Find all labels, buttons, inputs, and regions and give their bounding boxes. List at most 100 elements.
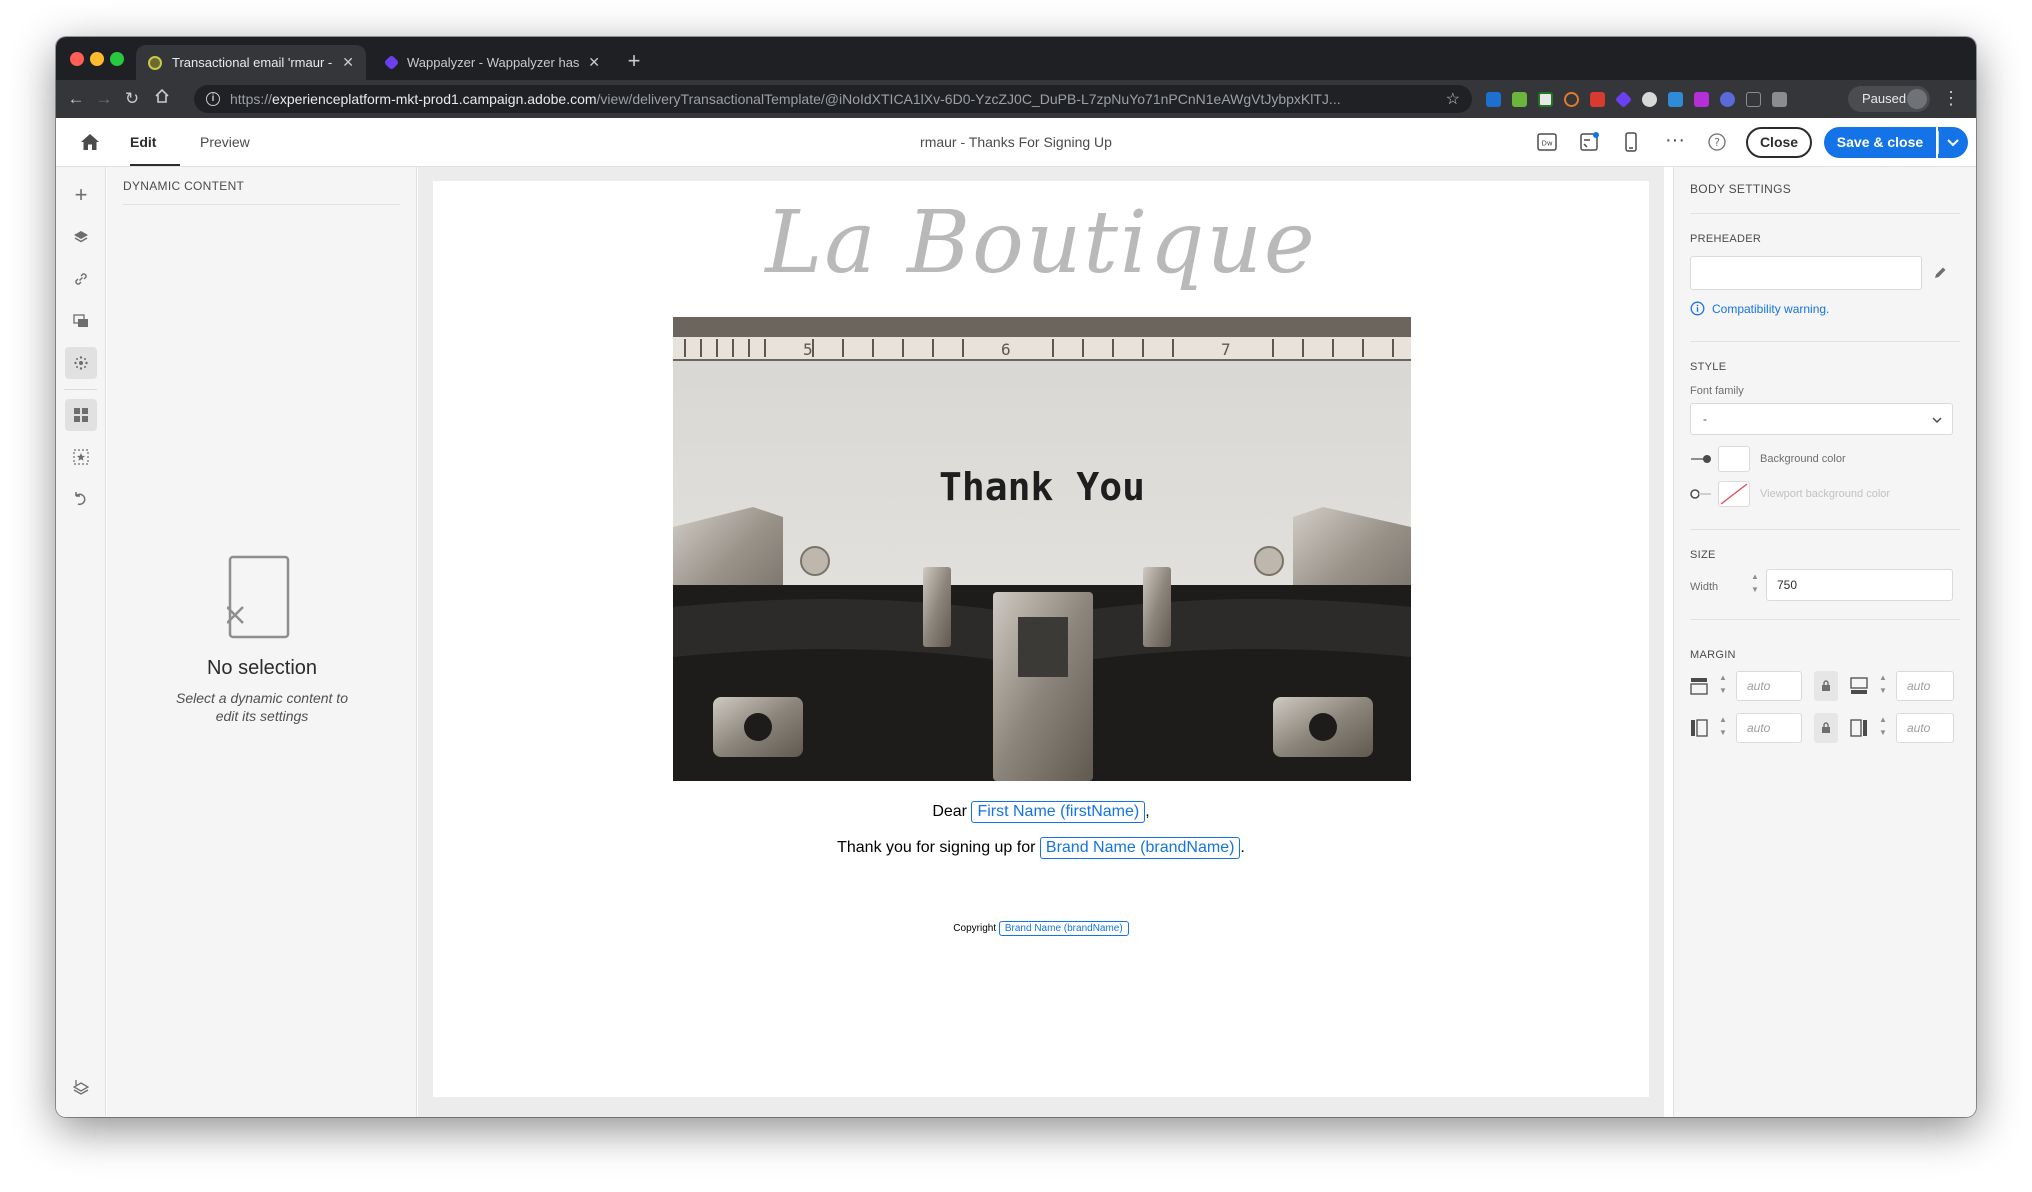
margin-bottom-input[interactable]: auto [1896, 671, 1954, 701]
margin-left-input[interactable]: auto [1736, 713, 1802, 743]
margin-left-icon [1691, 719, 1708, 737]
viewport-color-toggle-icon[interactable] [1690, 489, 1712, 499]
hero-image[interactable]: 567 Thank You [673, 317, 1411, 781]
footer-line[interactable]: Copyright Brand Name (brandName) [433, 921, 1649, 936]
preheader-input[interactable] [1690, 256, 1922, 290]
url-text: https://experienceplatform-mkt-prod1.cam… [230, 91, 1341, 107]
back-icon[interactable]: ← [64, 87, 88, 111]
globe-icon[interactable] [1642, 92, 1657, 107]
forward-icon[interactable]: → [92, 87, 116, 111]
validation-icon[interactable] [1578, 131, 1600, 153]
no-color-icon [1720, 483, 1748, 505]
margin-right-stepper[interactable]: ▲ ▼ [1874, 713, 1892, 743]
fragments-icon[interactable] [65, 305, 97, 337]
more-options-icon[interactable]: ··· [1664, 130, 1686, 153]
body-line[interactable]: Thank you for signing up for Brand Name … [433, 837, 1649, 859]
save-and-close-button[interactable]: Save & close [1824, 127, 1936, 158]
close-window-icon[interactable] [70, 52, 84, 66]
bookmark-star-icon[interactable]: ☆ [1446, 89, 1460, 109]
tab-edit-label: Edit [130, 134, 157, 150]
save-options-dropdown[interactable] [1938, 127, 1968, 158]
tab-preview[interactable]: Preview [200, 118, 250, 166]
svg-text:?: ? [1714, 136, 1720, 149]
empty-state-description: Select a dynamic content to edit its set… [176, 690, 348, 724]
close-tab-icon[interactable]: ✕ [342, 54, 354, 71]
tab-title: Wappalyzer - Wappalyzer has b [407, 55, 581, 70]
new-tab-icon[interactable]: + [620, 48, 648, 76]
background-color-swatch[interactable] [1718, 446, 1750, 472]
browser-menu-icon[interactable]: ⋮ [1942, 89, 1960, 107]
reload-icon[interactable]: ↻ [120, 87, 144, 111]
add-icon[interactable]: + [65, 179, 97, 211]
edit-pencil-icon[interactable] [1932, 265, 1948, 281]
greeting-line[interactable]: Dear First Name (firstName), [433, 801, 1649, 823]
svg-text:7: 7 [1221, 340, 1231, 359]
shield-icon[interactable] [1590, 92, 1605, 107]
width-label: Width [1690, 581, 1719, 593]
background-color-toggle-icon[interactable] [1690, 454, 1712, 464]
info-icon [1690, 301, 1705, 316]
first-name-field[interactable]: First Name (firstName) [971, 801, 1146, 823]
footer-brand-name-field[interactable]: Brand Name (brandName) [998, 921, 1129, 936]
bars-icon[interactable] [1720, 92, 1735, 107]
mobile-preview-icon[interactable] [1620, 131, 1642, 153]
greeting-prefix: Dear [932, 803, 972, 820]
width-stepper[interactable]: ▲ ▼ [1746, 570, 1764, 600]
home-page-icon[interactable] [150, 87, 174, 111]
divider [1690, 341, 1960, 342]
margin-right-input[interactable]: auto [1896, 713, 1954, 743]
viewport-bg-label: Viewport background color [1760, 488, 1891, 500]
close-button[interactable]: Close [1746, 127, 1812, 158]
brand-name-field[interactable]: Brand Name (brandName) [1039, 837, 1241, 859]
content-components-icon[interactable] [65, 441, 97, 473]
diamond-icon[interactable] [1615, 91, 1632, 108]
viewport-color-swatch[interactable] [1718, 481, 1750, 507]
tab-title: Transactional email 'rmaur - Th [172, 55, 335, 70]
svg-icon[interactable] [1486, 92, 1501, 107]
maximize-window-icon[interactable] [110, 52, 124, 66]
margin-top-stepper[interactable]: ▲ ▼ [1714, 671, 1732, 701]
margin-lock-icon[interactable] [1814, 713, 1838, 743]
width-input[interactable] [1766, 569, 1953, 601]
square-icon[interactable] [1746, 92, 1761, 107]
dreamweaver-icon[interactable]: Dw [1536, 131, 1558, 153]
font-family-label: Font family [1690, 385, 1744, 397]
address-bar[interactable]: i https://experienceplatform-mkt-prod1.c… [194, 85, 1472, 113]
email-body[interactable]: La Boutique 5 6 7 Thank You Dear First N… [433, 181, 1649, 1097]
margin-left-stepper[interactable]: ▲ ▼ [1714, 713, 1732, 743]
k-icon[interactable] [1538, 92, 1553, 107]
home-icon[interactable] [80, 133, 100, 151]
svg-text:6: 6 [1001, 340, 1011, 359]
dynamic-content-icon[interactable] [65, 347, 97, 379]
chart-icon[interactable] [1512, 92, 1527, 107]
browser-tab-wappalyzer[interactable]: Wappalyzer - Wappalyzer has b ✕ [374, 45, 612, 80]
divider [1938, 131, 1939, 154]
compatibility-warning-link[interactable]: Compatibility warning. [1712, 302, 1829, 316]
layers-settings-icon[interactable] [65, 1071, 97, 1103]
hash-icon[interactable] [1668, 92, 1683, 107]
purple-icon[interactable] [1694, 92, 1709, 107]
body-suffix: . [1240, 839, 1245, 856]
profile-paused-button[interactable]: Paused [1848, 86, 1930, 112]
brand-assets-icon[interactable] [65, 483, 97, 515]
tab-edit[interactable]: Edit ⌄ [130, 118, 180, 198]
help-icon[interactable]: ? [1706, 131, 1728, 153]
brand-logo[interactable]: La Boutique [433, 193, 1649, 293]
structure-components-icon[interactable] [65, 399, 97, 431]
close-tab-icon[interactable]: ✕ [588, 54, 600, 71]
circle-icon[interactable] [1564, 92, 1579, 107]
margin-bottom-stepper[interactable]: ▲ ▼ [1874, 671, 1892, 701]
margin-label: MARGIN [1690, 649, 1736, 661]
minimize-window-icon[interactable] [90, 52, 104, 66]
dynamic-content-panel: DYNAMIC CONTENT No selection Select a dy… [107, 167, 417, 1117]
camera-icon[interactable] [1772, 92, 1787, 107]
browser-tab-campaign[interactable]: Transactional email 'rmaur - Th ✕ [136, 45, 366, 80]
panel-heading: BODY SETTINGS [1690, 182, 1792, 196]
layers-icon[interactable] [65, 221, 97, 253]
site-info-icon[interactable]: i [206, 92, 220, 106]
divider [1690, 619, 1960, 620]
font-family-select[interactable]: - [1690, 403, 1953, 435]
margin-lock-icon[interactable] [1814, 671, 1838, 701]
link-icon[interactable] [65, 263, 97, 295]
margin-top-input[interactable]: auto [1736, 671, 1802, 701]
